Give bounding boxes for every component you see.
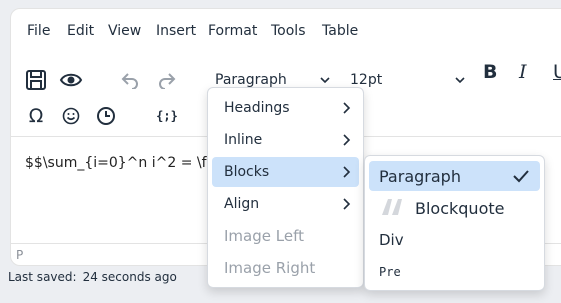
format-menu-item-blocks[interactable]: Blocks (212, 157, 359, 187)
special-character-button[interactable]: Ω (21, 101, 51, 131)
clock-icon (97, 107, 115, 125)
menu-item-label: Align (224, 196, 260, 212)
font-size-value: 12pt (350, 72, 383, 88)
quote-icon (382, 199, 402, 215)
redo-icon (159, 73, 176, 89)
menu-item-label: Blockquote (415, 198, 505, 218)
preview-button[interactable] (56, 65, 86, 95)
chevron-down-icon (455, 77, 465, 84)
menubar: File Edit View Insert Format Tools Table (11, 9, 561, 53)
emoticons-button[interactable] (56, 101, 86, 131)
blocks-item-pre[interactable]: Pre (369, 257, 540, 287)
italic-button[interactable]: I (519, 61, 527, 83)
underline-button[interactable]: U (553, 61, 561, 83)
code-sample-button[interactable]: {;} (152, 101, 182, 131)
format-menu-item-image-left: Image Left (212, 221, 359, 251)
chevron-right-icon (343, 166, 351, 178)
omega-icon: Ω (28, 105, 44, 127)
menu-file[interactable]: File (27, 23, 50, 39)
blocks-submenu: Paragraph Blockquote Div Pre (364, 155, 545, 291)
chevron-right-icon (343, 134, 351, 146)
eye-icon (59, 73, 83, 87)
element-path[interactable]: P (16, 248, 23, 262)
menu-item-label: Blocks (224, 164, 270, 180)
block-format-value: Paragraph (215, 72, 287, 88)
redo-button[interactable] (152, 65, 182, 95)
save-icon (26, 70, 46, 90)
menu-item-label: Image Right (224, 259, 316, 277)
menu-format[interactable]: Format (208, 23, 257, 39)
chevron-right-icon (343, 198, 351, 210)
menu-edit[interactable]: Edit (67, 23, 94, 39)
smiley-icon (62, 107, 80, 125)
format-menu-item-inline[interactable]: Inline (212, 125, 359, 155)
save-button[interactable] (21, 65, 51, 95)
menu-item-label: Paragraph (379, 166, 461, 186)
chevron-down-icon (320, 77, 330, 84)
bold-button[interactable]: B (483, 61, 497, 83)
format-menu-item-image-right: Image Right (212, 253, 359, 283)
last-saved-label: Last saved: (8, 270, 77, 284)
menu-tools[interactable]: Tools (271, 23, 306, 39)
menu-view[interactable]: View (108, 23, 141, 39)
undo-button[interactable] (115, 65, 145, 95)
menu-item-label: Inline (224, 132, 263, 148)
code-icon: {;} (156, 109, 178, 123)
last-saved-value: 24 seconds ago (82, 270, 177, 284)
blocks-item-paragraph[interactable]: Paragraph (369, 161, 540, 191)
menu-item-label: Pre (379, 265, 401, 279)
format-menu-item-headings[interactable]: Headings (212, 93, 359, 123)
chevron-right-icon (343, 102, 351, 114)
menu-item-label: Div (379, 231, 404, 249)
format-menu: Headings Inline Blocks Align Image Left … (207, 87, 364, 288)
menu-insert[interactable]: Insert (156, 23, 196, 39)
blocks-item-div[interactable]: Div (369, 225, 540, 255)
menu-table[interactable]: Table (322, 23, 358, 39)
checkmark-icon (513, 170, 529, 183)
undo-icon (121, 73, 138, 89)
insert-datetime-button[interactable] (91, 101, 121, 131)
last-saved-status: Last saved: 24 seconds ago (8, 270, 177, 284)
menu-item-label: Headings (224, 100, 290, 116)
format-menu-item-align[interactable]: Align (212, 189, 359, 219)
blocks-item-blockquote[interactable]: Blockquote (369, 193, 540, 223)
menu-item-label: Image Left (224, 227, 304, 245)
